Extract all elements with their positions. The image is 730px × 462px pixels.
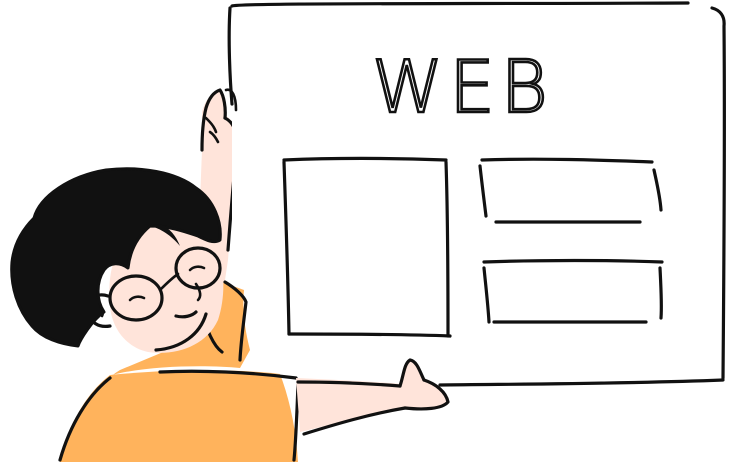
- board-title: WEB: [372, 45, 554, 129]
- illustration-canvas: WEB: [10, 1, 727, 462]
- web-illustration: WEB: [0, 0, 730, 462]
- web-board: WEB: [227, 1, 727, 387]
